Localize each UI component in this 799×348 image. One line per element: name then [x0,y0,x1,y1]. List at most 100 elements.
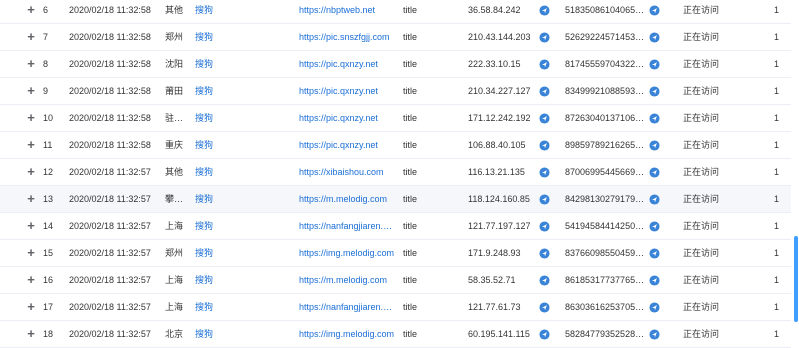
entry-url-link[interactable]: https://nbptweb.net [299,0,395,23]
expand-row-icon[interactable]: + [24,78,38,104]
visitor-id: 8376609855045950… [565,248,647,258]
entry-url-link[interactable]: https://xibaishou.com [299,159,395,185]
visitor-city: 其他 [165,5,184,15]
table-row[interactable]: + 16 2020/02/18 11:32:57 上海 搜狗 https://m… [0,267,791,294]
expand-row-icon[interactable]: + [24,186,38,212]
ip-location-icon[interactable] [539,213,551,239]
table-row[interactable]: + 17 2020/02/18 11:32:57 上海 搜狗 https://n… [0,294,791,321]
expand-row-icon[interactable]: + [24,240,38,266]
entry-url-link[interactable]: https://pic.qxnzy.net [299,78,395,104]
search-engine-link[interactable]: 搜狗 [195,267,235,293]
table-row[interactable]: + 11 2020/02/18 11:32:58 重庆 搜狗 https://p… [0,132,791,159]
table-row[interactable]: + 8 2020/02/18 11:32:58 沈阳 搜狗 https://pi… [0,51,791,78]
page-title-cell: title [403,59,418,69]
entry-url-link[interactable]: https://m.melodig.com [299,267,395,293]
visit-status: 正在访问 [683,248,720,258]
page-title-cell: title [403,86,418,96]
entry-url-link[interactable]: https://pic.snszfgjj.com [299,24,395,50]
ip-address: 60.195.141.115 [468,329,530,339]
visit-status: 正在访问 [683,59,720,69]
expand-row-icon[interactable]: + [24,51,38,77]
expand-row-icon[interactable]: + [24,213,38,239]
search-engine-link[interactable]: 搜狗 [195,159,235,185]
search-engine-link[interactable]: 搜狗 [195,240,235,266]
visitor-id-location-icon[interactable] [649,213,661,239]
expand-row-icon[interactable]: + [24,267,38,293]
ip-location-icon[interactable] [539,24,551,50]
table-row[interactable]: + 9 2020/02/18 11:32:58 莆田 搜狗 https://pi… [0,78,791,105]
table-row[interactable]: + 14 2020/02/18 11:32:57 上海 搜狗 https://n… [0,213,791,240]
table-row[interactable]: + 7 2020/02/18 11:32:58 郑州 搜狗 https://pi… [0,24,791,51]
entry-url-link[interactable]: https://pic.qxnzy.net [299,105,395,131]
visit-status: 正在访问 [683,5,720,15]
ip-location-icon[interactable] [539,240,551,266]
visit-status: 正在访问 [683,32,720,42]
expand-row-icon[interactable]: + [24,159,38,185]
ip-address: 210.43.144.203 [468,32,531,42]
visit-count: 1 [774,5,780,15]
expand-row-icon[interactable]: + [24,105,38,131]
search-engine-link[interactable]: 搜狗 [195,213,235,239]
ip-location-icon[interactable] [539,0,551,23]
ip-address: 118.124.160.85 [468,194,530,204]
entry-url-link[interactable]: https://nanfangjiaren.c… [299,213,395,239]
visitor-id-location-icon[interactable] [649,267,661,293]
entry-url-link[interactable]: https://img.melodig.com [299,240,395,266]
search-engine-link[interactable]: 搜狗 [195,186,235,212]
entry-url-link[interactable]: https://nanfangjiaren.c… [299,294,395,320]
table-row[interactable]: + 10 2020/02/18 11:32:58 驻… 搜狗 https://p… [0,105,791,132]
visitor-id-location-icon[interactable] [649,132,661,158]
visitor-id-location-icon[interactable] [649,51,661,77]
expand-row-icon[interactable]: + [24,132,38,158]
ip-location-icon[interactable] [539,51,551,77]
ip-address: 121.77.61.73 [468,302,521,312]
entry-url-link[interactable]: https://m.melodig.com [299,186,395,212]
ip-location-icon[interactable] [539,105,551,131]
ip-location-icon[interactable] [539,321,551,347]
visitor-id-location-icon[interactable] [649,105,661,131]
ip-location-icon[interactable] [539,78,551,104]
expand-row-icon[interactable]: + [24,0,38,23]
visit-status: 正在访问 [683,167,720,177]
search-engine-link[interactable]: 搜狗 [195,78,235,104]
ip-address: 121.77.197.127 [468,221,531,231]
search-engine-link[interactable]: 搜狗 [195,105,235,131]
vertical-scrollbar-track[interactable] [792,0,799,342]
visitor-id-location-icon[interactable] [649,321,661,347]
visitor-id-location-icon[interactable] [649,240,661,266]
visit-time: 2020/02/18 11:32:57 [69,275,151,285]
visitor-id-location-icon[interactable] [649,78,661,104]
ip-location-icon[interactable] [539,294,551,320]
visitor-id: 8618531773776582… [565,275,647,285]
search-engine-link[interactable]: 搜狗 [195,132,235,158]
visitor-id-location-icon[interactable] [649,0,661,23]
search-engine-link[interactable]: 搜狗 [195,294,235,320]
table-row[interactable]: + 12 2020/02/18 11:32:57 其他 搜狗 https://x… [0,159,791,186]
table-row[interactable]: + 13 2020/02/18 11:32:57 攀… 搜狗 https://m… [0,186,791,213]
ip-location-icon[interactable] [539,132,551,158]
ip-location-icon[interactable] [539,159,551,185]
visitor-id-location-icon[interactable] [649,186,661,212]
table-row[interactable]: + 15 2020/02/18 11:32:57 郑州 搜狗 https://i… [0,240,791,267]
entry-url-link[interactable]: https://pic.qxnzy.net [299,51,395,77]
ip-location-icon[interactable] [539,186,551,212]
search-engine-link[interactable]: 搜狗 [195,0,235,23]
table-row[interactable]: + 6 2020/02/18 11:32:58 其他 搜狗 https://nb… [0,0,791,24]
visitor-id-location-icon[interactable] [649,159,661,185]
visitor-id: 8349992108859330… [565,86,647,96]
visit-status: 正在访问 [683,221,720,231]
entry-url-link[interactable]: https://pic.qxnzy.net [299,132,395,158]
search-engine-link[interactable]: 搜狗 [195,321,235,347]
search-engine-link[interactable]: 搜狗 [195,51,235,77]
ip-location-icon[interactable] [539,267,551,293]
entry-url-link[interactable]: https://img.melodig.com [299,321,395,347]
expand-row-icon[interactable]: + [24,294,38,320]
table-row[interactable]: + 18 2020/02/18 11:32:57 北京 搜狗 https://i… [0,321,791,348]
expand-row-icon[interactable]: + [24,321,38,347]
page-title-cell: title [403,329,418,339]
search-engine-link[interactable]: 搜狗 [195,24,235,50]
visitor-id-location-icon[interactable] [649,294,661,320]
expand-row-icon[interactable]: + [24,24,38,50]
vertical-scrollbar-thumb[interactable] [794,236,798,322]
visitor-id-location-icon[interactable] [649,24,661,50]
